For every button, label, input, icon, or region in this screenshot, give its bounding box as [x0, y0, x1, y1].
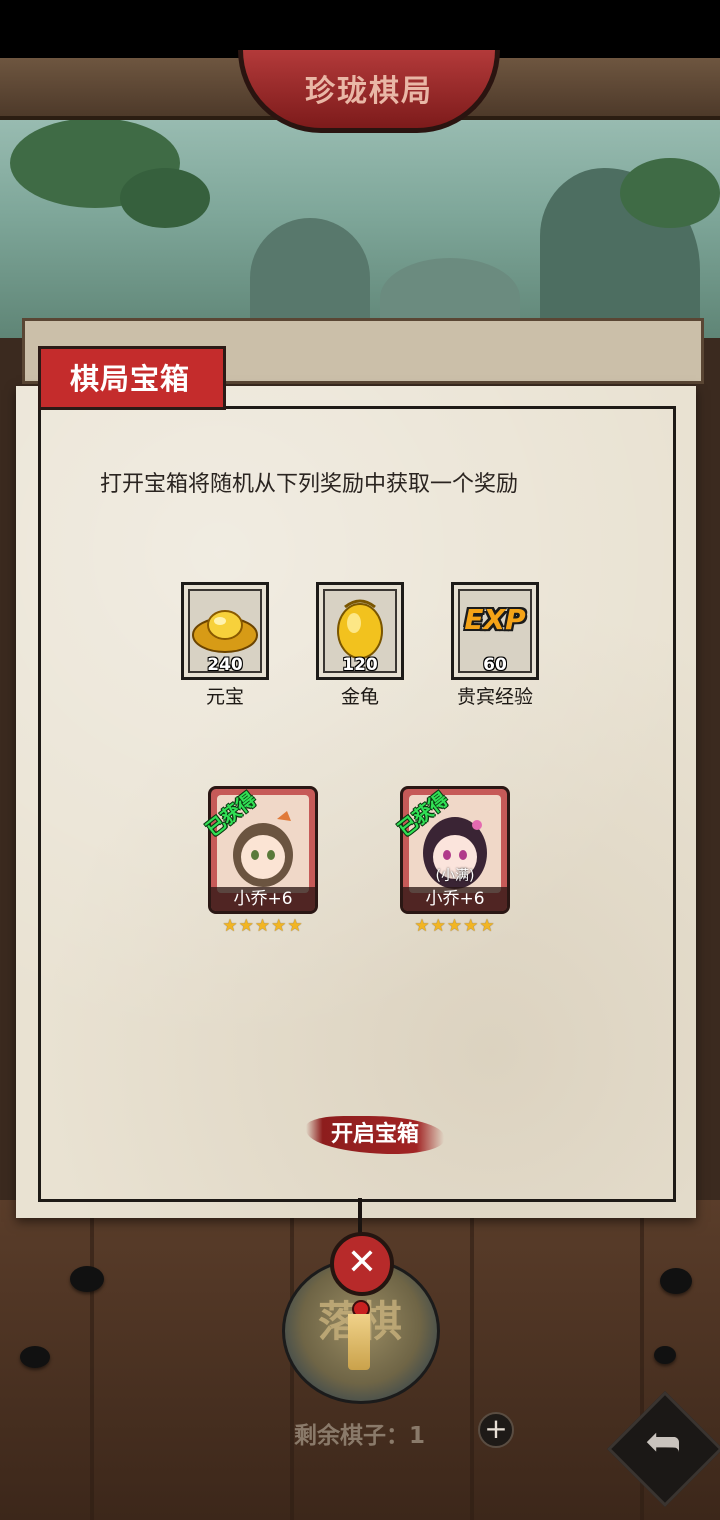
remaining-pieces-text: 剩余棋子：1 [294, 1423, 426, 1449]
dialog-description: 打开宝箱将随机从下列奖励中获取一个奖励 [100, 472, 519, 497]
star-rating: ★★★★★ [222, 916, 304, 936]
page-title: 珍珑棋局 [305, 74, 433, 109]
reward-icon-frame: EXP 60 [451, 582, 539, 680]
reward-icon-frame: 120 [316, 582, 404, 680]
exp-icon: EXP [464, 603, 526, 636]
character-name: 小乔+6 [211, 887, 315, 911]
dialog-frame [38, 406, 676, 1202]
floor-plank [470, 1200, 474, 1520]
reward-name: 贵宾经验 [456, 686, 533, 708]
dialog-title: 棋局宝箱 [69, 362, 190, 396]
star-rating: ★★★★★ [414, 916, 496, 936]
share-arrow-icon: ➦ [644, 1416, 682, 1467]
character-name: 小乔+6 [403, 887, 507, 911]
reward-count: 120 [342, 655, 378, 675]
reward-count: 60 [483, 655, 507, 675]
add-pieces-button[interactable]: + [478, 1412, 514, 1448]
character-tag: (小满) [435, 868, 475, 884]
character-card-xiaoqiao[interactable]: 小乔+6 已获得 ★★★★★ [202, 786, 318, 936]
go-stone [20, 1346, 50, 1368]
floor-plank [90, 1200, 94, 1520]
reward-item-gold-ingot[interactable]: 240 元宝 [170, 582, 280, 709]
character-card-xiaoqiao-xiaoman[interactable]: (小满) 小乔+6 已获得 ★★★★★ [394, 786, 510, 936]
reward-count: 240 [207, 655, 243, 675]
reward-icon-frame: 240 [181, 582, 269, 680]
reward-item-exp[interactable]: EXP 60 贵宾经验 [440, 582, 550, 709]
reward-name: 金龟 [340, 686, 379, 708]
go-stone [660, 1268, 692, 1294]
reward-name: 元宝 [205, 686, 244, 708]
go-stone [654, 1346, 676, 1364]
tassel-decoration [348, 1314, 370, 1370]
go-stone [70, 1266, 104, 1292]
close-icon[interactable]: ✕ [330, 1232, 394, 1296]
reward-item-golden-turtle[interactable]: 120 金龟 [305, 582, 415, 709]
